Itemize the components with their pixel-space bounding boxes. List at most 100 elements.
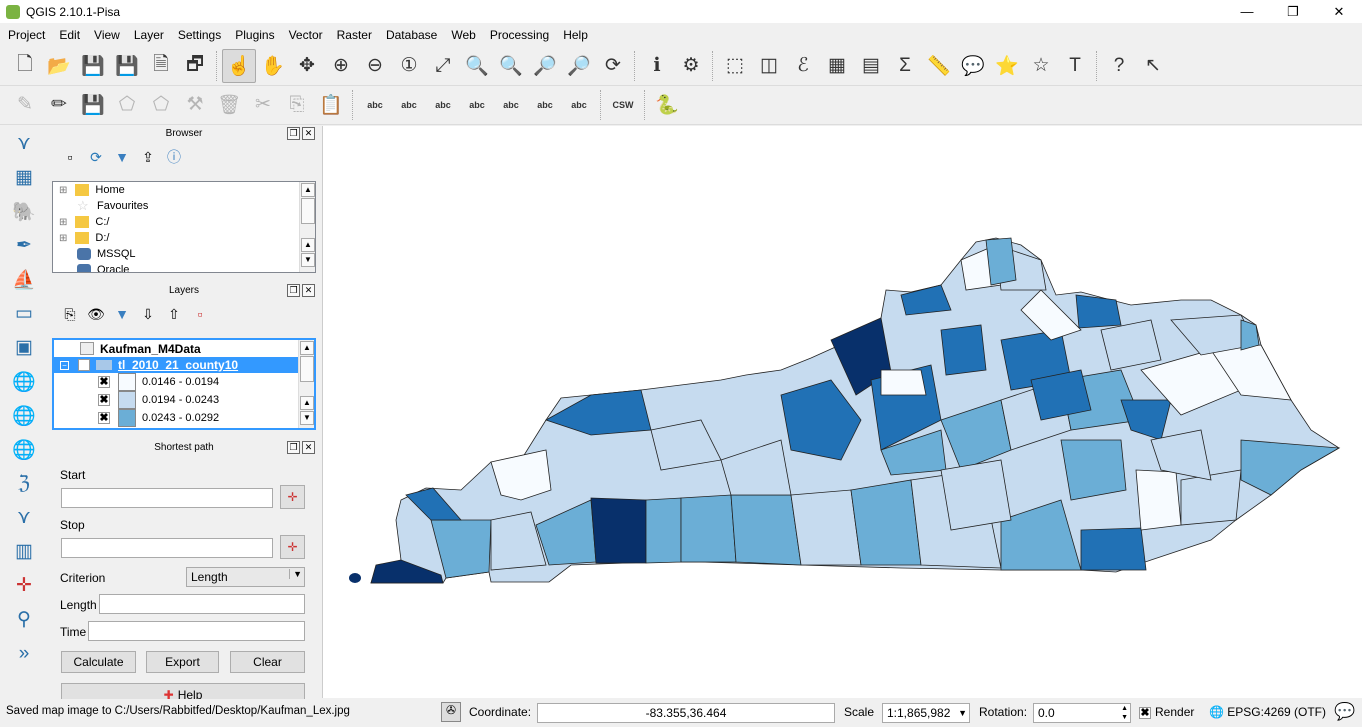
- new-shapefile-icon[interactable]: ⋎: [7, 501, 41, 534]
- attribute-table-icon[interactable]: ▦: [820, 49, 854, 83]
- capture-stop-point-button[interactable]: ✛: [280, 535, 305, 559]
- minimize-button[interactable]: —: [1224, 0, 1270, 23]
- open-project-icon[interactable]: 📂: [42, 49, 76, 83]
- calculate-button[interactable]: Calculate: [61, 651, 136, 673]
- add-spatialite-layer-icon[interactable]: ✒: [7, 229, 41, 262]
- change-label-icon[interactable]: abc: [562, 88, 596, 122]
- zoom-native-icon[interactable]: ①: [392, 49, 426, 83]
- toggle-extents-icon[interactable]: ✇: [441, 702, 461, 722]
- time-field[interactable]: [88, 621, 305, 641]
- county[interactable]: [1080, 527, 1147, 571]
- county[interactable]: [680, 494, 737, 563]
- zoom-last-icon[interactable]: 🔎: [528, 49, 562, 83]
- browser-item[interactable]: ⊞ C:/: [53, 214, 315, 230]
- annotation-icon[interactable]: 💬: [956, 49, 990, 83]
- county[interactable]: [1240, 319, 1260, 351]
- zoom-to-selection-icon[interactable]: 🔍: [460, 49, 494, 83]
- save-edits-icon[interactable]: 💾: [76, 88, 110, 122]
- class-visibility-checkbox[interactable]: ✖: [98, 412, 110, 424]
- help-icon[interactable]: ?: [1102, 49, 1136, 83]
- rotation-spinbox[interactable]: 0.0 ▲ ▼: [1033, 703, 1131, 723]
- county[interactable]: [940, 459, 1012, 531]
- capture-start-point-button[interactable]: ✛: [280, 485, 305, 509]
- add-wfs-layer-icon[interactable]: 🌐: [7, 433, 41, 466]
- expand-icon[interactable]: ⊞: [59, 185, 67, 196]
- coordinate-field[interactable]: -83.355,36.464: [537, 703, 835, 723]
- crs-button[interactable]: 🌐 EPSG:4269 (OTF): [1209, 705, 1326, 719]
- county[interactable]: [880, 369, 927, 396]
- layer-item[interactable]: − ✖ tl_2010_21_county10: [54, 357, 314, 373]
- zoom-in-icon[interactable]: ⊕: [324, 49, 358, 83]
- add-gps-icon[interactable]: ⚲: [7, 603, 41, 636]
- county[interactable]: [730, 494, 802, 566]
- expand-icon[interactable]: ⊞: [59, 217, 67, 228]
- browser-item[interactable]: ⊞ D:/: [53, 230, 315, 246]
- spin-arrows-icon[interactable]: ▲ ▼: [1121, 704, 1128, 722]
- move-label-icon[interactable]: abc: [494, 88, 528, 122]
- maximize-button[interactable]: ❐: [1270, 0, 1316, 23]
- collapse-all-icon[interactable]: ⇪: [138, 147, 158, 167]
- rotate-label-icon[interactable]: abc: [528, 88, 562, 122]
- menu-plugins[interactable]: Plugins: [227, 28, 280, 42]
- menu-vector[interactable]: Vector: [281, 28, 329, 42]
- county[interactable]: [1240, 439, 1341, 496]
- add-oracle-layer-icon[interactable]: ▭: [7, 297, 41, 330]
- stop-field[interactable]: [61, 538, 273, 558]
- new-print-composer-icon[interactable]: 🗎: [144, 49, 178, 83]
- save-as-icon[interactable]: 💾: [110, 49, 144, 83]
- more-icon[interactable]: »: [7, 637, 41, 670]
- close-panel-button[interactable]: ✕: [302, 127, 315, 140]
- menu-view[interactable]: View: [86, 28, 126, 42]
- county[interactable]: [985, 237, 1017, 286]
- collapse-icon[interactable]: −: [60, 360, 69, 370]
- identify-icon[interactable]: ℹ: [640, 49, 674, 83]
- toggle-editing-icon[interactable]: ✏: [42, 88, 76, 122]
- length-field[interactable]: [99, 594, 305, 614]
- delete-selected-icon[interactable]: 🗑: [212, 88, 246, 122]
- touch-zoom-pan-icon[interactable]: ☝: [222, 48, 256, 83]
- statistics-icon[interactable]: Σ: [888, 49, 922, 83]
- composer-manager-icon[interactable]: 🗗: [178, 49, 212, 83]
- scrollbar[interactable]: ▲ ▲ ▼: [298, 340, 314, 428]
- zoom-full-icon[interactable]: ⤢: [426, 49, 460, 83]
- properties-icon[interactable]: ⓘ: [164, 147, 184, 167]
- county[interactable]: [1060, 439, 1127, 501]
- county-exclave[interactable]: [349, 573, 361, 583]
- copy-features-icon[interactable]: ⎘: [280, 88, 314, 122]
- legend-class[interactable]: ✖ 0.0194 - 0.0243: [54, 391, 314, 409]
- collapse-all-icon[interactable]: ⇧: [164, 304, 184, 324]
- whats-this-icon[interactable]: ↖: [1136, 49, 1170, 83]
- zoom-out-icon[interactable]: ⊖: [358, 49, 392, 83]
- class-visibility-checkbox[interactable]: ✖: [98, 376, 110, 388]
- close-button[interactable]: ✕: [1316, 0, 1362, 23]
- export-button[interactable]: Export: [146, 651, 219, 673]
- add-wms-layer-icon[interactable]: 🌐: [7, 365, 41, 398]
- new-spatialite-icon[interactable]: ▥: [7, 535, 41, 568]
- menu-database[interactable]: Database: [378, 28, 443, 42]
- pin-labels-icon[interactable]: abc: [426, 88, 460, 122]
- deselect-icon[interactable]: ◫: [752, 49, 786, 83]
- map-tips-icon[interactable]: ⚙: [674, 49, 708, 83]
- browser-tree[interactable]: ▲ ▲ ▼ ⊞ Home ☆ Favourites ⊞ C:/ ⊞ D:/ MSSQL Oracle: [52, 181, 316, 273]
- node-tool-icon[interactable]: ⚒: [178, 88, 212, 122]
- criterion-select[interactable]: Length ▼: [186, 567, 305, 587]
- layer-visibility-checkbox[interactable]: ✖: [78, 359, 90, 371]
- layer-labeling-icon[interactable]: abc: [392, 88, 426, 122]
- kentucky-county-map[interactable]: [323, 126, 1362, 698]
- add-delimited-text-icon[interactable]: ℨ: [7, 467, 41, 500]
- start-field[interactable]: [61, 488, 273, 508]
- browser-item[interactable]: ☆ Favourites: [53, 198, 315, 214]
- add-feature-icon[interactable]: ⬠: [110, 88, 144, 122]
- menu-edit[interactable]: Edit: [51, 28, 86, 42]
- menu-help[interactable]: Help: [555, 28, 594, 42]
- select-by-expression-icon[interactable]: ℰ: [786, 49, 820, 83]
- add-vector-layer-icon[interactable]: ⋎: [7, 127, 41, 160]
- remove-layer-icon[interactable]: ▫: [190, 304, 210, 324]
- add-db2-layer-icon[interactable]: ▣: [7, 331, 41, 364]
- menu-project[interactable]: Project: [0, 28, 51, 42]
- browser-item[interactable]: ⊞ Home: [53, 182, 315, 198]
- expand-icon[interactable]: ⊞: [59, 233, 67, 244]
- text-annotation-icon[interactable]: T: [1058, 49, 1092, 83]
- county[interactable]: [590, 497, 647, 564]
- class-visibility-checkbox[interactable]: ✖: [98, 394, 110, 406]
